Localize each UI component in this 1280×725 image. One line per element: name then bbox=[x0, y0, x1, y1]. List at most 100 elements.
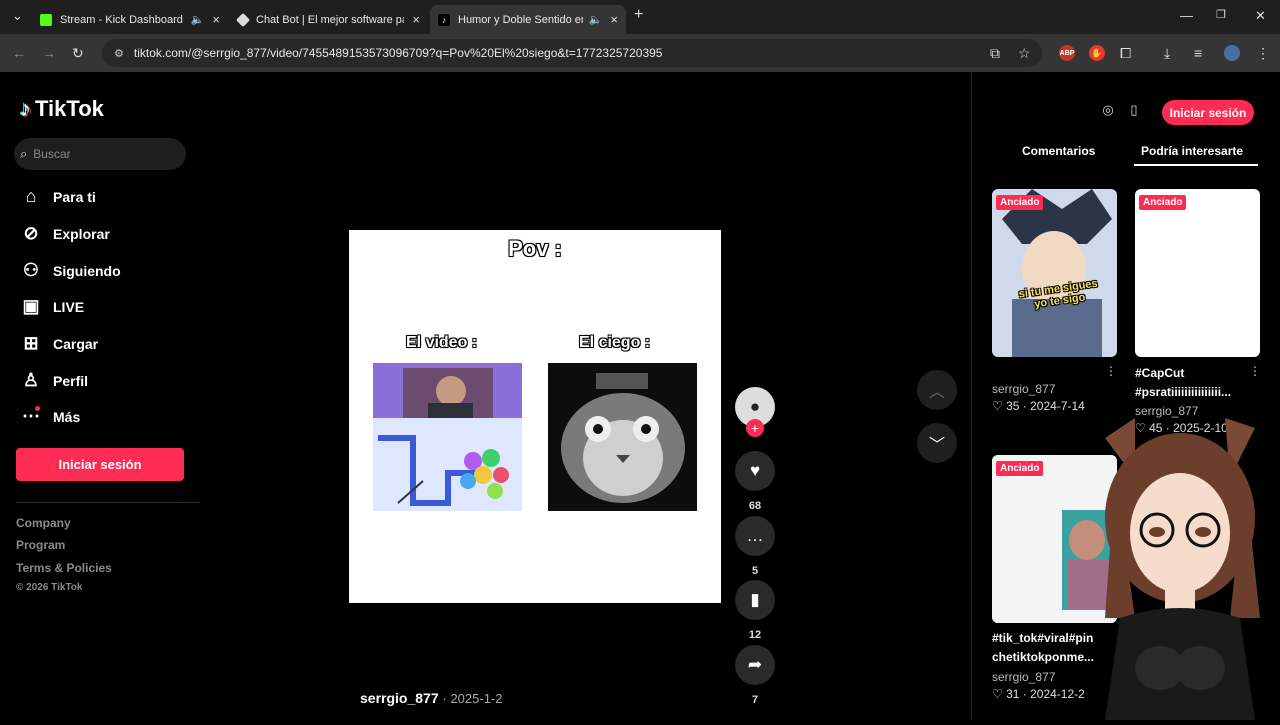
tab-chatbot[interactable]: Chat Bot | El mejor software pa × bbox=[230, 5, 428, 34]
card-author[interactable]: serrgio_877 bbox=[1135, 404, 1198, 418]
comment-icon[interactable]: … bbox=[735, 516, 775, 556]
caption-date: · 2025-1-2 bbox=[442, 691, 503, 706]
bookmark-star-icon[interactable]: ☆ bbox=[1018, 45, 1031, 62]
tab-kick[interactable]: Stream - Kick Dashboard 🔈 × bbox=[32, 5, 228, 34]
nav-explore[interactable]: ⊘ Explorar bbox=[20, 223, 110, 244]
card-more-icon[interactable]: ⋮ bbox=[1105, 364, 1117, 378]
nav-following[interactable]: ⚇ Siguiendo bbox=[20, 260, 121, 281]
extension-hand-icon[interactable]: ✋ bbox=[1089, 45, 1105, 61]
close-window-icon[interactable]: ✕ bbox=[1255, 8, 1266, 24]
caption-author[interactable]: serrgio_877 bbox=[360, 690, 439, 706]
card-title[interactable]: #psratiiiiiiiiiiiiiii... bbox=[1135, 383, 1260, 402]
close-tab-icon[interactable]: × bbox=[212, 12, 220, 27]
card-stats: ♡ 31 · 2024-12-2 bbox=[992, 687, 1085, 701]
tab-search-icon[interactable]: ⌄ bbox=[12, 8, 23, 24]
new-tab-icon[interactable]: + bbox=[634, 6, 643, 24]
explore-compass-icon[interactable]: ◎ bbox=[1099, 102, 1117, 120]
save-action[interactable]: ▮ 12 bbox=[734, 580, 776, 641]
forward-icon[interactable]: → bbox=[42, 45, 56, 61]
back-icon[interactable]: ← bbox=[12, 45, 26, 61]
compass-icon: ⊘ bbox=[23, 223, 39, 243]
upload-plus-icon: ⊞ bbox=[23, 333, 39, 353]
nav-label: Siguiendo bbox=[53, 262, 121, 279]
card-title[interactable]: #CapCut bbox=[1135, 364, 1260, 383]
search-placeholder: Buscar bbox=[33, 147, 71, 161]
nav-label: Más bbox=[53, 408, 81, 425]
tiktok-page: ♪ TikTok ⌕ Buscar ⌂ Para ti ⊘ Explorar ⚇ Si… bbox=[0, 72, 1280, 720]
comment-count: 5 bbox=[751, 565, 759, 577]
heart-icon[interactable]: ♥ bbox=[735, 451, 775, 491]
login-button[interactable]: Iniciar sesión bbox=[16, 448, 184, 481]
footer-program[interactable]: Program bbox=[16, 538, 65, 552]
vtuber-avatar-overlay bbox=[1095, 418, 1265, 720]
nav-profile[interactable]: ♙ Perfil bbox=[20, 370, 88, 391]
tiktok-logo[interactable]: ♪ TikTok bbox=[20, 96, 104, 122]
bookmark-icon[interactable]: ▮ bbox=[735, 580, 775, 620]
search-icon: ⌕ bbox=[20, 146, 28, 161]
adblock-icon[interactable]: ABP bbox=[1059, 45, 1075, 61]
nav-upload[interactable]: ⊞ Cargar bbox=[20, 333, 98, 354]
share-arrow-icon[interactable]: ➦ bbox=[735, 645, 775, 685]
speaker-icon[interactable]: 🔈 bbox=[191, 13, 205, 26]
pinned-badge: Anciado bbox=[1139, 195, 1187, 210]
card-stats: ♡ 35 · 2024-7-14 bbox=[992, 399, 1085, 413]
tab-title: Chat Bot | El mejor software pa bbox=[256, 13, 405, 26]
logo-text: TikTok bbox=[35, 96, 104, 121]
media-control-icon[interactable]: ≡ bbox=[1194, 45, 1202, 61]
next-video-button[interactable]: ﹀ bbox=[917, 423, 957, 463]
like-action[interactable]: ♥ 68 bbox=[734, 451, 776, 512]
header-login-button[interactable]: Iniciar sesión bbox=[1162, 100, 1254, 125]
blind-cat-thumbnail bbox=[548, 363, 697, 511]
nav-live[interactable]: ▣ LIVE bbox=[20, 296, 84, 317]
reload-icon[interactable]: ↻ bbox=[72, 45, 84, 62]
tab-comments[interactable]: Comentarios bbox=[1022, 144, 1095, 158]
previous-video-button[interactable]: ︿ bbox=[917, 370, 957, 410]
maximize-icon[interactable]: ❐ bbox=[1216, 8, 1226, 21]
footer-terms[interactable]: Terms & Policies bbox=[16, 561, 112, 575]
minimize-icon[interactable]: — bbox=[1180, 8, 1193, 23]
video-caption: serrgio_877 · 2025-1-2 bbox=[360, 690, 502, 706]
mobile-device-icon[interactable]: ▯ bbox=[1125, 102, 1143, 120]
suggested-video-card[interactable]: Anciado bbox=[1135, 189, 1260, 357]
speaker-icon[interactable]: 🔈 bbox=[589, 13, 603, 26]
nav-for-you[interactable]: ⌂ Para ti bbox=[20, 186, 96, 207]
close-tab-icon[interactable]: × bbox=[412, 12, 420, 27]
tab-suggested[interactable]: Podría interesarte bbox=[1141, 144, 1243, 158]
author-avatar-action[interactable]: ● + bbox=[734, 387, 776, 437]
install-app-icon[interactable]: ⧉ bbox=[990, 45, 1000, 62]
card-author[interactable]: serrgio_877 bbox=[992, 382, 1055, 396]
person-icon: ♙ bbox=[22, 370, 40, 390]
follow-plus-icon[interactable]: + bbox=[746, 419, 764, 437]
share-action[interactable]: ➦ 7 bbox=[734, 645, 776, 706]
url-text: tiktok.com/@serrgio_877/video/7455489153… bbox=[133, 46, 663, 60]
video-player[interactable]: Pov : El video : El ciego : bbox=[349, 230, 721, 603]
comment-action[interactable]: … 5 bbox=[734, 516, 776, 577]
footer-company[interactable]: Company bbox=[16, 516, 71, 530]
tab-title: Stream - Kick Dashboard bbox=[60, 13, 183, 26]
card-author[interactable]: serrgio_877 bbox=[992, 670, 1055, 684]
address-bar[interactable]: ⚙ tiktok.com/@serrgio_877/video/74554891… bbox=[102, 39, 1042, 67]
chatbot-favicon-icon bbox=[235, 12, 251, 27]
notification-dot bbox=[35, 406, 40, 411]
video-title-text: Pov : bbox=[508, 236, 562, 261]
nav-label: Para ti bbox=[53, 188, 96, 205]
pinned-badge: Anciado bbox=[996, 461, 1044, 476]
tab-tiktok[interactable]: ♪ Humor y Doble Sentido en 🔈 × bbox=[430, 5, 626, 34]
download-icon[interactable]: ⤓ bbox=[1164, 45, 1170, 62]
site-info-icon[interactable]: ⚙ bbox=[114, 47, 124, 60]
nav-label: LIVE bbox=[53, 298, 85, 315]
close-tab-icon[interactable]: × bbox=[610, 12, 618, 27]
suggested-video-card[interactable]: Anciado si tu me sigues yo te sigo bbox=[992, 189, 1117, 357]
search-input[interactable]: ⌕ Buscar bbox=[14, 138, 186, 170]
copyright: © 2026 TikTok bbox=[16, 582, 83, 593]
video-label-right: El ciego : bbox=[579, 334, 651, 351]
extensions-puzzle-icon[interactable]: ⧠ bbox=[1120, 45, 1131, 62]
tiktok-favicon-icon: ♪ bbox=[438, 13, 450, 26]
nav-label: Explorar bbox=[53, 225, 110, 242]
nav-more[interactable]: ⋯ Más bbox=[20, 406, 80, 427]
card-more-icon[interactable]: ⋮ bbox=[1249, 364, 1261, 378]
browser-toolbar: ← → ↻ ⚙ tiktok.com/@serrgio_877/video/74… bbox=[0, 34, 1280, 72]
menu-kebab-icon[interactable]: ⋮ bbox=[1256, 45, 1270, 62]
pinned-badge: Anciado bbox=[996, 195, 1044, 210]
profile-avatar[interactable] bbox=[1224, 45, 1240, 61]
